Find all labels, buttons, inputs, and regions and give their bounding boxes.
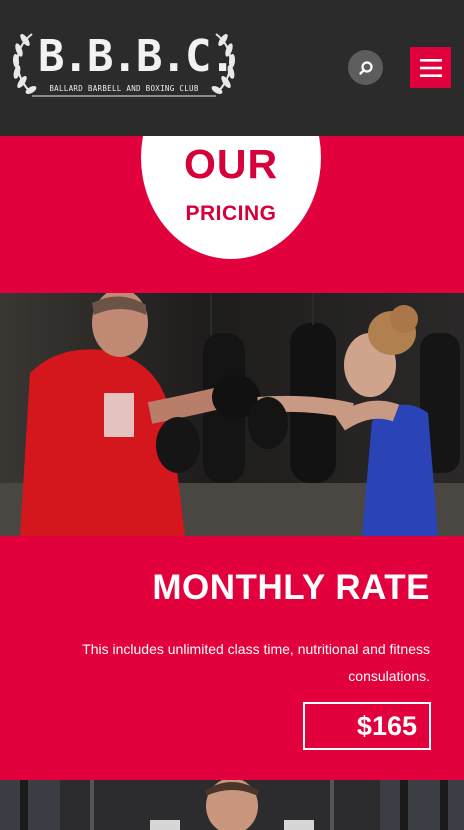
boxing-training-photo [0, 293, 464, 536]
pricing-heading-big: OUR [183, 141, 279, 187]
club-logo[interactable]: B.B.B.C. BALLARD BARBELL AND BOXING CLUB [10, 26, 238, 106]
gym-photo-illustration [0, 780, 464, 830]
search-button[interactable] [348, 50, 383, 85]
pricing-heading-small: PRICING [185, 202, 277, 225]
plan-title: MONTHLY RATE [152, 568, 430, 607]
menu-button[interactable] [410, 47, 451, 88]
site-header: B.B.B.C. BALLARD BARBELL AND BOXING CLUB [0, 0, 464, 136]
logo-letters: B.B.B.C. [38, 31, 236, 82]
pricing-hero: OUR PRICING [0, 56, 464, 293]
plan-description: This includes unlimited class time, nutr… [82, 641, 430, 684]
gym-member-photo [0, 780, 464, 830]
monthly-rate-card: MONTHLY RATE This includes unlimited cla… [0, 536, 464, 780]
plan-price-button[interactable]: $165 [303, 702, 431, 750]
boxing-photo-illustration [0, 293, 464, 536]
search-icon [358, 60, 373, 75]
hamburger-icon [419, 58, 442, 77]
logo-tagline: BALLARD BARBELL AND BOXING CLUB [49, 84, 199, 93]
